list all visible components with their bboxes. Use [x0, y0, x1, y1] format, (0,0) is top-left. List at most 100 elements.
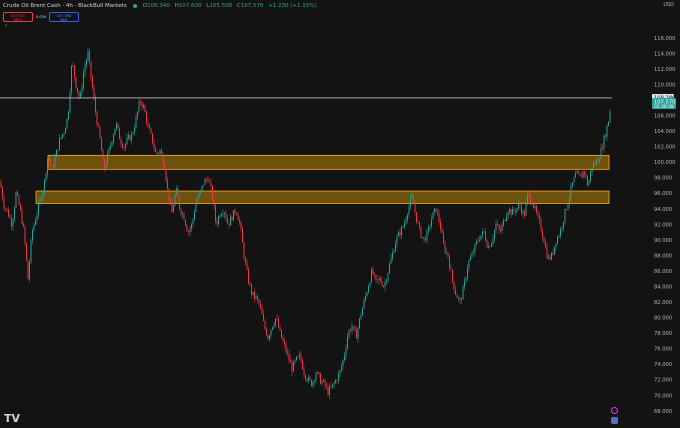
candle-body	[359, 318, 360, 328]
candle-body	[128, 135, 129, 138]
price-tick-label: 94.000	[654, 207, 672, 213]
candle-body	[368, 286, 369, 293]
candle-body	[290, 360, 291, 363]
candle-body	[2, 187, 3, 199]
candle-body	[287, 351, 288, 354]
candle-body	[75, 76, 77, 88]
zone-1	[47, 154, 610, 170]
candle-body	[42, 191, 44, 200]
candle-body	[467, 268, 468, 278]
candle-body	[227, 218, 228, 224]
settings-icon[interactable]	[611, 407, 618, 414]
candle-body	[216, 221, 218, 225]
candle-body	[288, 353, 290, 361]
candle-body	[170, 200, 171, 202]
chart-legend: Crude Oil Brent Cash · 4h · BlackBull Ma…	[3, 1, 320, 11]
candle-body	[189, 228, 191, 232]
candle-body	[297, 356, 299, 357]
candle-body	[438, 212, 440, 222]
candle-body	[81, 87, 83, 94]
candle-body	[494, 230, 495, 239]
candle-body	[402, 226, 404, 228]
candle-body	[390, 258, 392, 265]
candle-body	[366, 292, 368, 297]
candle-body	[56, 150, 57, 158]
candle-body	[92, 77, 93, 89]
price-tick-label: 86.000	[654, 269, 672, 275]
candle-body	[324, 380, 326, 386]
candle-body	[515, 211, 516, 212]
collapse-legend-chevron-icon[interactable]: ⌃	[4, 24, 8, 30]
candle-body	[489, 246, 491, 248]
candle-body	[285, 344, 287, 352]
buy-button[interactable]: 107.598 BUY	[49, 12, 79, 22]
candle-body	[362, 308, 363, 316]
candle-body	[269, 335, 270, 340]
candle-body	[323, 380, 324, 382]
candle-body	[411, 194, 413, 199]
candle-body	[59, 138, 60, 151]
candle-body	[14, 207, 15, 220]
candle-body	[192, 218, 194, 225]
candle-body	[585, 173, 587, 177]
candle-body	[251, 284, 252, 295]
candle-body	[542, 230, 543, 238]
candle-body	[161, 150, 162, 154]
candle-body	[294, 360, 296, 362]
price-axis: 68.000 70.000 72.000 74.000 76.000 78.000 80.0…	[652, 36, 676, 415]
spread-value: 0.039	[35, 15, 47, 19]
candle-body	[258, 299, 260, 304]
candle-body	[261, 306, 263, 315]
candle-body	[65, 128, 66, 134]
candle-body	[122, 143, 123, 148]
candle-body	[519, 204, 521, 206]
candle-body	[21, 209, 23, 224]
candle-body	[53, 166, 54, 168]
candle-body	[126, 137, 128, 144]
candle-body	[569, 197, 570, 204]
candle-body	[89, 51, 90, 62]
candle-body	[456, 294, 458, 298]
candle-body	[24, 226, 26, 244]
sell-button[interactable]: 107.570 SELL	[3, 12, 33, 22]
price-tick-label: 80.000	[654, 316, 672, 322]
candle-body	[252, 291, 254, 295]
price-tick-label: 68.000	[654, 409, 672, 415]
price-tick-label: 74.000	[654, 362, 672, 368]
candle-body	[426, 230, 428, 241]
candle-body	[197, 198, 198, 202]
candle-body	[347, 336, 348, 349]
market-open-indicator	[132, 4, 137, 8]
candle-body	[249, 283, 251, 285]
candle-body	[153, 142, 155, 148]
currency-label[interactable]: USD	[663, 2, 674, 8]
buy-label: BUY	[60, 18, 68, 22]
candle-body	[120, 139, 122, 144]
symbol-title[interactable]: Crude Oil Brent Cash · 4h · BlackBull Ma…	[3, 1, 127, 11]
candle-body	[443, 232, 444, 244]
candle-body	[231, 216, 233, 221]
candle-body	[552, 252, 554, 255]
candle-body	[459, 297, 461, 300]
candle-body	[96, 112, 98, 126]
candle-body	[488, 246, 489, 248]
candle-body	[521, 205, 522, 214]
candle-body	[207, 179, 209, 182]
candle-body	[204, 179, 206, 185]
candle-body	[105, 164, 107, 170]
candle-body	[264, 320, 266, 329]
candle-body	[212, 185, 213, 200]
candle-body	[72, 65, 74, 67]
price-chart[interactable]: 68.000 70.000 72.000 74.000 76.000 78.000 80.0…	[0, 0, 680, 428]
candle-body	[57, 150, 59, 151]
candle-body	[444, 243, 446, 253]
price-tick-label: 76.000	[654, 347, 672, 353]
candle-body	[374, 274, 375, 275]
candle-body	[180, 208, 182, 215]
candle-body	[407, 214, 408, 220]
candle-body	[164, 163, 165, 171]
candle-body	[183, 213, 185, 220]
candle-body	[567, 203, 569, 210]
candle-body	[608, 121, 609, 127]
flag-icon[interactable]	[611, 417, 618, 424]
